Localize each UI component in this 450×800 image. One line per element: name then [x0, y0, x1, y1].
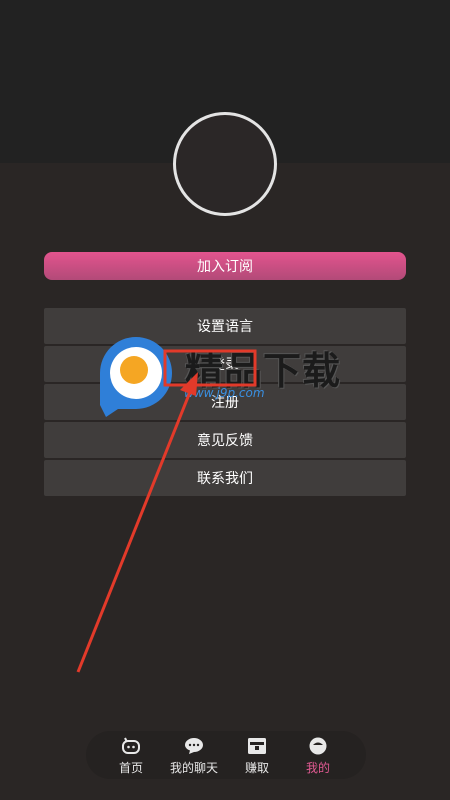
- menu-item-feedback[interactable]: 意见反馈: [44, 422, 406, 458]
- nav-label: 我的聊天: [169, 761, 218, 775]
- nav-item-home[interactable]: 首页: [98, 731, 164, 779]
- bottom-nav: 首页 我的聊天 赚取 我的: [86, 731, 366, 779]
- watermark-logo-icon: [100, 337, 172, 417]
- chat-bubble-icon: [185, 738, 203, 754]
- menu-item-label: 联系我们: [197, 471, 253, 487]
- nav-label: 我的: [305, 761, 330, 775]
- nav-label: 首页: [118, 761, 143, 775]
- menu-item-contact[interactable]: 联系我们: [44, 460, 406, 496]
- nav-item-earn[interactable]: 赚取: [224, 731, 290, 779]
- avatar[interactable]: [173, 112, 277, 216]
- nav-item-chat[interactable]: 我的聊天: [161, 731, 227, 779]
- profile-face-icon: [309, 737, 327, 755]
- menu-item-label: 意见反馈: [197, 433, 253, 449]
- subscribe-button[interactable]: 加入订阅: [44, 252, 406, 280]
- menu-item-label: 设置语言: [197, 319, 253, 335]
- nav-item-mine[interactable]: 我的: [285, 731, 351, 779]
- subscribe-button-label: 加入订阅: [197, 259, 253, 275]
- earn-box-icon: [248, 738, 266, 754]
- watermark-url: www.j9p.com: [184, 386, 265, 400]
- home-icon: [122, 737, 140, 754]
- nav-label: 赚取: [244, 761, 269, 775]
